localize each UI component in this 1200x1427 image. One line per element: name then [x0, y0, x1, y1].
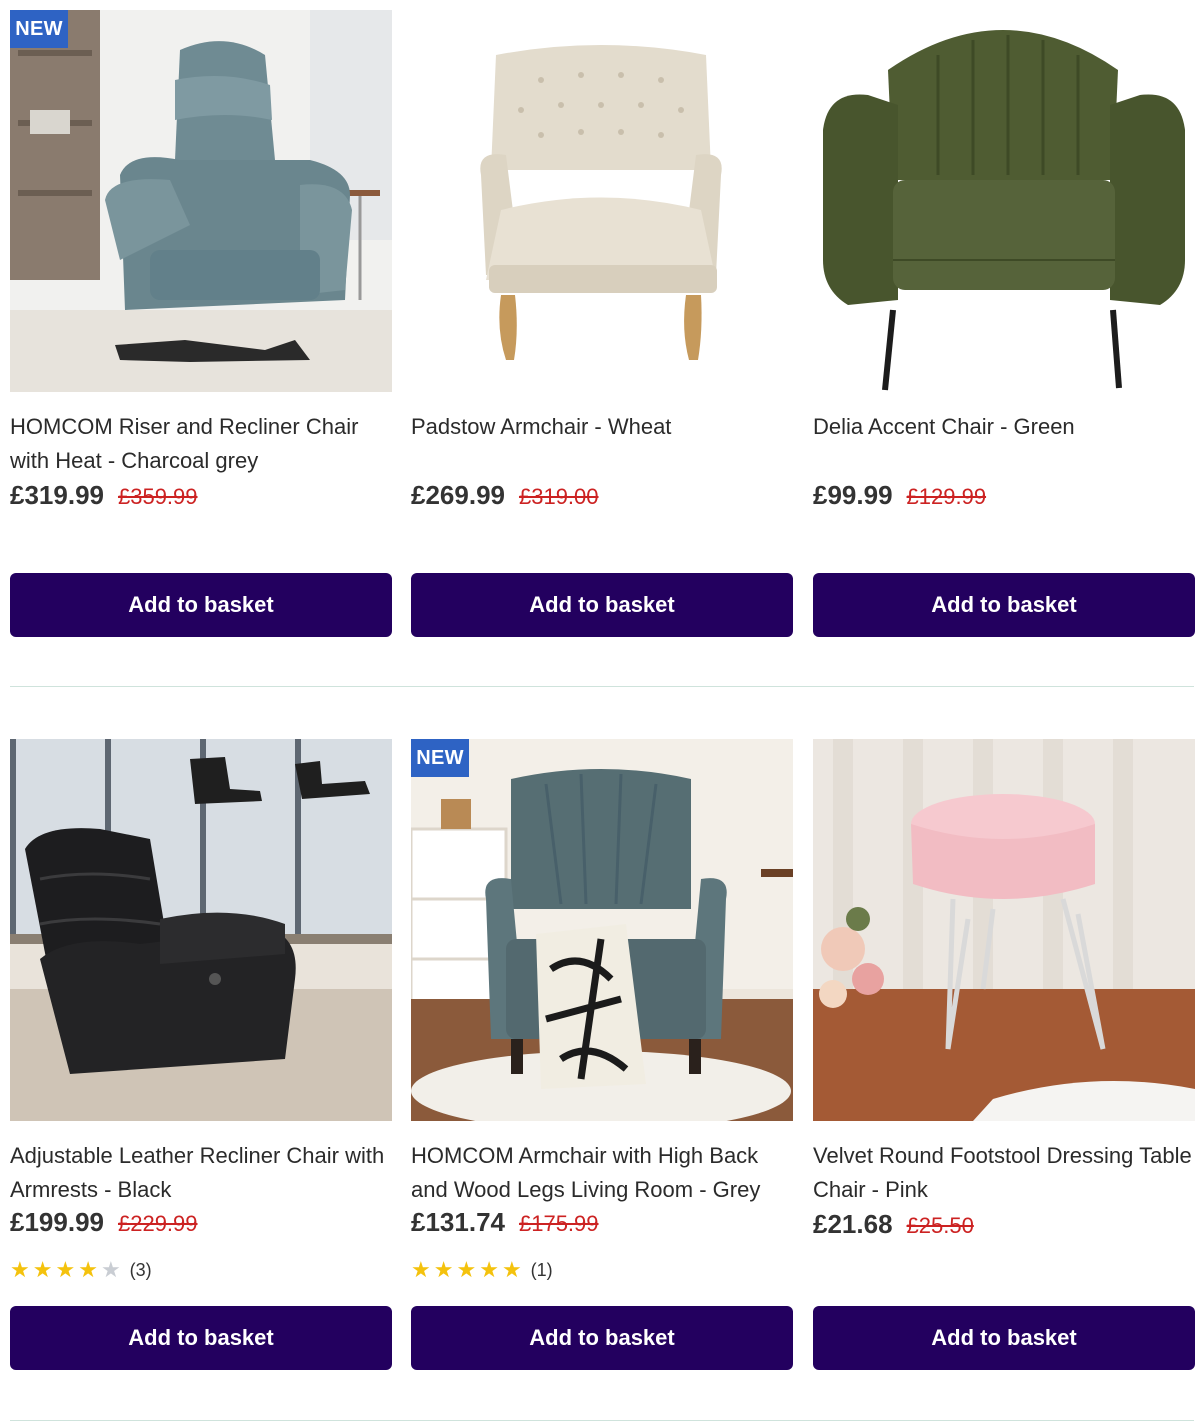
current-price: £269.99: [411, 480, 505, 510]
was-price: £319.00: [518, 484, 599, 509]
product-title[interactable]: Padstow Armchair - Wheat: [411, 410, 793, 444]
star-filled-icon: ★: [32, 1257, 53, 1282]
product-image-homcom-armchair[interactable]: [411, 739, 793, 1121]
product-title[interactable]: Delia Accent Chair - Green: [813, 410, 1195, 444]
current-price: £131.74: [411, 1207, 505, 1237]
row-divider: [10, 686, 1194, 687]
review-count: (3): [129, 1259, 152, 1280]
star-empty-icon: ★: [100, 1257, 121, 1282]
was-price: £359.99: [117, 484, 198, 509]
product-image-leather-recliner[interactable]: [10, 739, 392, 1121]
product-title[interactable]: HOMCOM Armchair with High Back and Wood …: [411, 1139, 793, 1207]
star-filled-icon: ★: [10, 1257, 30, 1282]
product-title[interactable]: Adjustable Leather Recliner Chair with A…: [10, 1139, 392, 1207]
row-divider: [10, 1420, 1194, 1421]
add-to-basket-button[interactable]: Add to basket: [813, 1306, 1195, 1370]
star-filled-icon: ★: [501, 1257, 522, 1282]
star-rating[interactable]: ★ ★ ★ ★ ★ (3): [10, 1259, 152, 1281]
was-price: £25.50: [906, 1213, 974, 1238]
new-badge: NEW: [10, 10, 68, 48]
current-price: £319.99: [10, 480, 104, 510]
star-filled-icon: ★: [456, 1257, 477, 1282]
star-filled-icon: ★: [411, 1257, 431, 1282]
star-rating[interactable]: ★ ★ ★ ★ ★ (1): [411, 1259, 553, 1281]
star-filled-icon: ★: [479, 1257, 499, 1282]
was-price: £229.99: [117, 1211, 198, 1236]
add-to-basket-button[interactable]: Add to basket: [411, 1306, 793, 1370]
star-filled-icon: ★: [433, 1257, 454, 1282]
current-price: £199.99: [10, 1207, 104, 1237]
star-filled-icon: ★: [55, 1257, 76, 1282]
was-price: £129.99: [906, 484, 987, 509]
new-badge: NEW: [411, 739, 469, 777]
add-to-basket-button[interactable]: Add to basket: [10, 573, 392, 637]
current-price: £21.68: [813, 1209, 893, 1239]
add-to-basket-button[interactable]: Add to basket: [813, 573, 1195, 637]
product-image-padstow-armchair[interactable]: [411, 10, 793, 392]
price-row: £319.99 £359.99: [10, 480, 392, 511]
add-to-basket-button[interactable]: Add to basket: [10, 1306, 392, 1370]
price-row: £21.68 £25.50: [813, 1209, 1195, 1240]
price-row: £99.99 £129.99: [813, 480, 1195, 511]
review-count: (1): [530, 1259, 553, 1280]
product-image-delia-accent-chair[interactable]: [813, 10, 1195, 392]
product-image-riser-recliner[interactable]: [10, 10, 392, 392]
current-price: £99.99: [813, 480, 893, 510]
product-title[interactable]: HOMCOM Riser and Recliner Chair with Hea…: [10, 410, 392, 478]
price-row: £131.74 £175.99: [411, 1207, 793, 1238]
add-to-basket-button[interactable]: Add to basket: [411, 573, 793, 637]
price-row: £269.99 £319.00: [411, 480, 793, 511]
product-image-velvet-footstool[interactable]: [813, 739, 1195, 1121]
product-title[interactable]: Velvet Round Footstool Dressing Table Ch…: [813, 1139, 1195, 1207]
price-row: £199.99 £229.99: [10, 1207, 392, 1238]
star-filled-icon: ★: [78, 1257, 98, 1282]
was-price: £175.99: [518, 1211, 599, 1236]
